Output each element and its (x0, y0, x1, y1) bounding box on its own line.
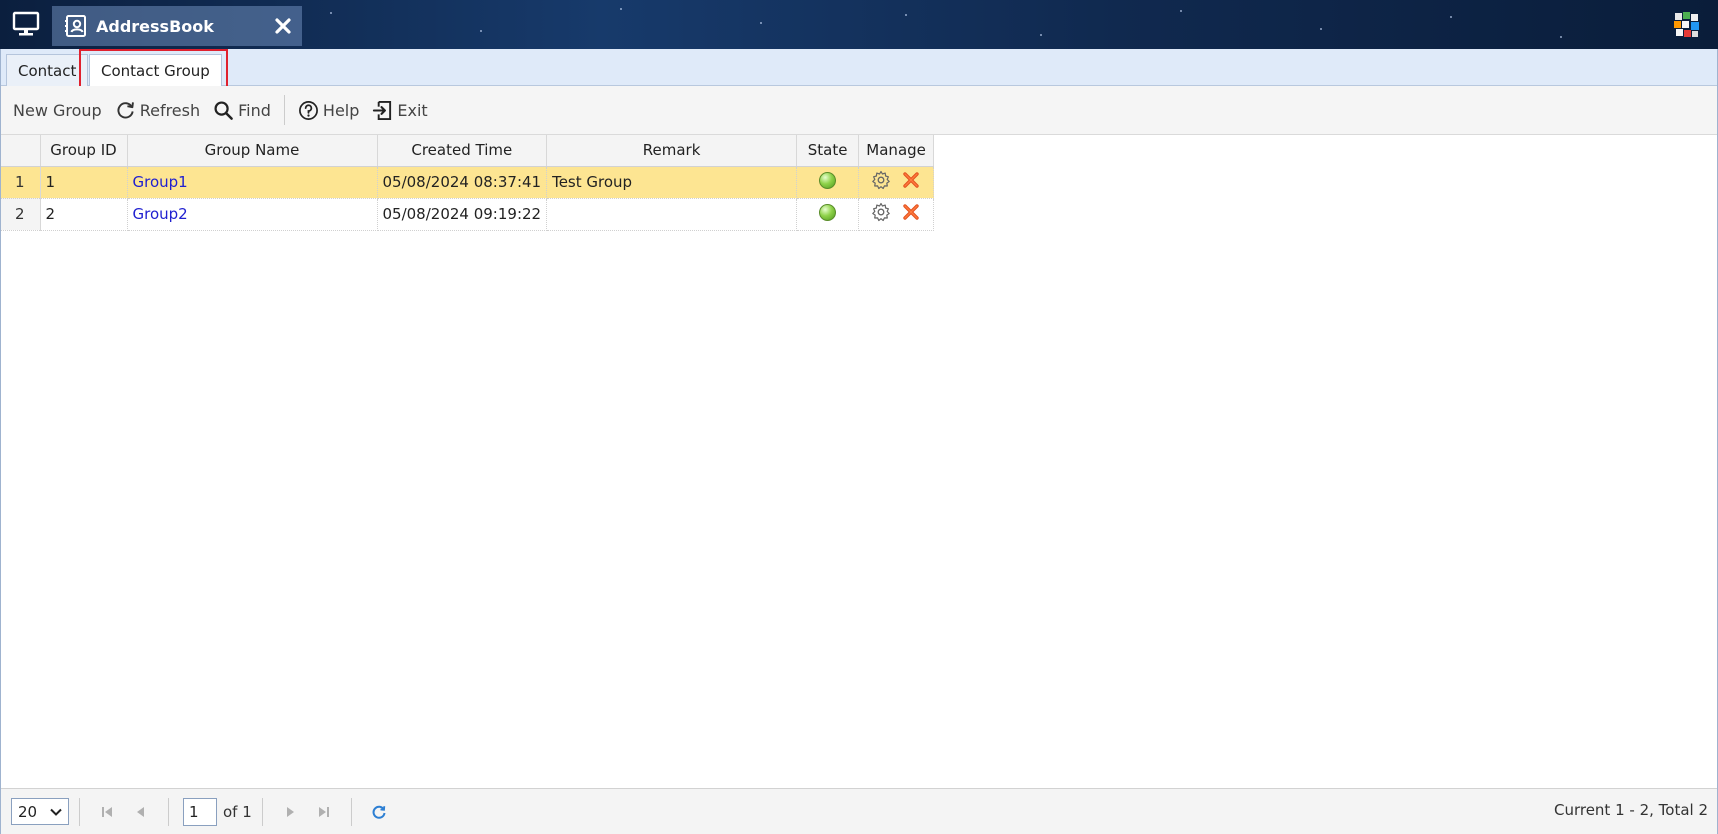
row-number-header (0, 135, 41, 167)
last-page-button[interactable] (312, 800, 336, 824)
gear-icon[interactable] (871, 170, 891, 190)
cell-group-id: 1 (40, 166, 128, 199)
pagination-separator (261, 797, 263, 826)
row-number: 1 (0, 166, 41, 199)
cell-group-name: Group1 (127, 166, 378, 199)
reload-button[interactable] (367, 800, 391, 824)
prev-page-icon (137, 806, 144, 817)
cell-remark (546, 198, 798, 231)
chevron-down-icon (50, 808, 62, 816)
tab-contact-label: Contact (18, 61, 77, 80)
pagination-info: Current 1 - 2, Total 2 (1553, 801, 1708, 819)
tab-strip: Contact Contact Group (0, 49, 1718, 87)
table-row[interactable]: 2 2 Group2 05/08/2024 09:19:22 (0, 198, 935, 231)
app-tab-addressbook[interactable]: AddressBook (52, 6, 302, 46)
pagination-separator (79, 797, 80, 826)
new-group-button[interactable]: New Group (13, 95, 102, 125)
page-size-value: 20 (18, 802, 38, 821)
col-header-state[interactable]: State (796, 135, 860, 167)
pagination-separator (168, 797, 169, 826)
tab-contact[interactable]: Contact (6, 54, 89, 86)
group-table: Group ID Group Name Created Time Remark … (0, 135, 935, 231)
last-page-icon (318, 806, 329, 817)
cell-remark: Test Group (546, 166, 798, 199)
exit-button[interactable]: Exit (372, 95, 428, 125)
row-number: 2 (0, 198, 41, 231)
page-count: of 1 (223, 802, 252, 821)
exit-icon (373, 100, 392, 120)
col-header-created-time[interactable]: Created Time (377, 135, 548, 167)
cell-group-id: 2 (40, 198, 128, 231)
page-number-input[interactable]: 1 (183, 797, 217, 826)
delete-icon[interactable] (901, 202, 921, 222)
prev-page-button[interactable] (129, 800, 153, 824)
toolbar: New Group Refresh Find Help Exit (0, 86, 1718, 135)
next-page-icon (286, 806, 294, 817)
page-size-select[interactable]: 20 (11, 798, 69, 825)
app-title: AddressBook (96, 16, 214, 36)
help-label: Help (322, 100, 360, 120)
help-icon (298, 100, 318, 120)
group-name-link[interactable]: Group1 (133, 173, 188, 191)
window-border-left (0, 49, 1, 834)
tab-contact-group[interactable]: Contact Group (89, 54, 222, 87)
monitor-icon[interactable] (12, 11, 40, 37)
find-button[interactable]: Find (213, 95, 271, 125)
cell-group-name: Group2 (127, 198, 378, 231)
gear-icon[interactable] (871, 202, 891, 222)
pagination-bar: 20 1 of 1 Current 1 - 2, Total 2 (0, 788, 1718, 834)
address-book-icon (65, 15, 86, 37)
page-number-value: 1 (189, 802, 199, 821)
cell-manage (858, 198, 935, 231)
refresh-icon (117, 101, 134, 118)
table-row[interactable]: 1 1 Group1 05/08/2024 08:37:41 Test Grou… (0, 166, 935, 199)
exit-label: Exit (397, 100, 428, 120)
pagination-separator (350, 797, 352, 826)
find-label: Find (238, 100, 271, 120)
refresh-button[interactable]: Refresh (115, 95, 200, 125)
new-group-label: New Group (13, 100, 102, 120)
col-header-remark[interactable]: Remark (546, 135, 798, 167)
col-header-manage[interactable]: Manage (858, 135, 935, 167)
first-page-button[interactable] (95, 800, 119, 824)
table-header-row: Group ID Group Name Created Time Remark … (0, 135, 935, 167)
delete-icon[interactable] (901, 170, 921, 190)
refresh-icon (372, 805, 386, 819)
tab-contact-group-label: Contact Group (101, 62, 210, 80)
first-page-icon (102, 806, 112, 817)
help-button[interactable]: Help (298, 95, 359, 125)
window-titlebar: AddressBook (0, 0, 1718, 49)
cell-state (796, 166, 860, 199)
group-name-link[interactable]: Group2 (133, 205, 188, 223)
state-active-icon (819, 171, 837, 189)
app-logo-icon[interactable] (1672, 10, 1702, 40)
toolbar-separator (283, 95, 285, 125)
search-icon (214, 100, 233, 120)
cell-manage (858, 166, 935, 199)
next-page-button[interactable] (278, 800, 302, 824)
state-active-icon (819, 203, 837, 221)
cell-state (796, 198, 860, 231)
cell-created-time: 05/08/2024 08:37:41 (377, 166, 548, 199)
refresh-label: Refresh (139, 100, 201, 120)
col-header-group-name[interactable]: Group Name (127, 135, 378, 167)
col-header-group-id[interactable]: Group ID (40, 135, 128, 167)
cell-created-time: 05/08/2024 09:19:22 (377, 198, 548, 231)
close-icon[interactable] (274, 17, 292, 35)
